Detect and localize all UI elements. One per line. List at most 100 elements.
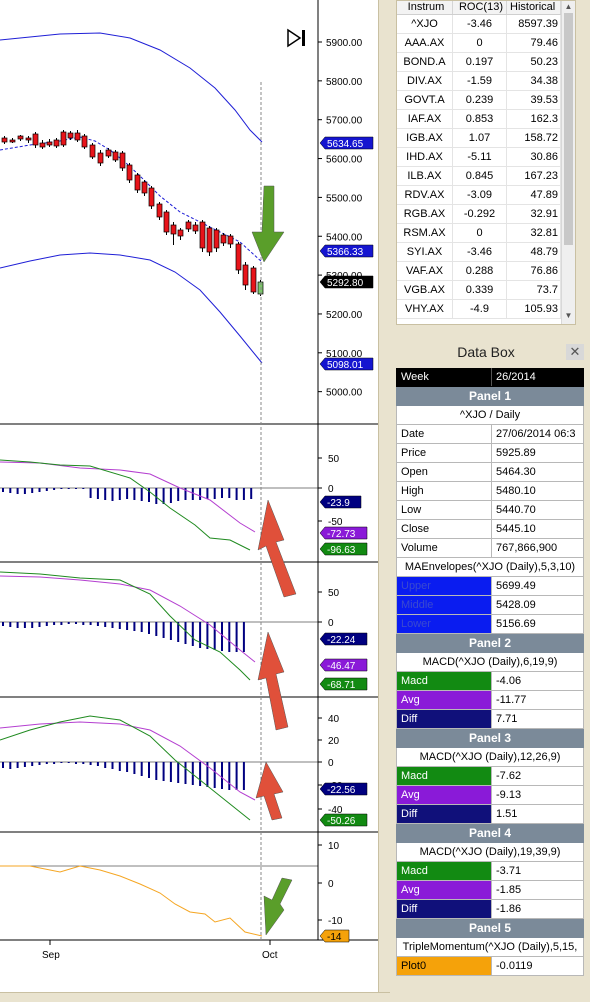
databox-row: Avg -9.13 <box>396 786 584 805</box>
diff-bar <box>111 762 114 769</box>
roc-cell: 0.339 <box>453 281 507 299</box>
p5-tick-label: 10 <box>328 841 340 852</box>
envelope-title: MAEnvelopes(^XJO (Daily),5,3,10) <box>396 558 584 577</box>
databox-key: Lower <box>397 615 492 633</box>
diff-bar <box>118 622 121 629</box>
candle-body <box>170 224 177 235</box>
diff-bar <box>126 622 129 630</box>
watchlist-scrollbar[interactable]: ▲ ▼ <box>561 1 575 324</box>
diff-bar <box>104 488 107 500</box>
watchlist-row[interactable]: RDV.AX -3.09 47.89 <box>397 186 575 205</box>
splitter[interactable] <box>378 0 390 1002</box>
candle-body <box>97 152 104 164</box>
watchlist-row[interactable]: VGB.AX 0.339 73.7 <box>397 281 575 300</box>
candle-body <box>177 229 184 237</box>
databox-row: Low 5440.70 <box>396 501 584 520</box>
watchlist[interactable]: Instrum ROC(13) Historical ^XJO -3.46 8597… <box>396 0 576 325</box>
watchlist-row[interactable]: IHD.AX -5.11 30.86 <box>397 148 575 167</box>
roc-cell: 1.07 <box>453 129 507 147</box>
historical-cell: 105.93 <box>507 300 561 318</box>
diff-bar <box>16 762 19 768</box>
watchlist-row[interactable]: IAF.AX 0.853 162.3 <box>397 110 575 129</box>
watchlist-row[interactable]: SYI.AX -3.46 48.79 <box>397 243 575 262</box>
diff-bar <box>96 488 99 499</box>
diff-bar <box>45 762 48 764</box>
diff-bar <box>16 488 19 494</box>
diff-bar <box>228 488 231 498</box>
diff-bar <box>9 762 12 769</box>
watchlist-row[interactable]: VHY.AX -4.9 105.93 <box>397 300 575 319</box>
roc-cell: 0.853 <box>453 110 507 128</box>
p5-plot-tag: -14 <box>327 932 342 943</box>
macd-tick-label: 0 <box>328 758 334 769</box>
candle-body <box>1 137 8 143</box>
scroll-thumb[interactable] <box>564 13 573 245</box>
watchlist-row[interactable]: IGB.AX 1.07 158.72 <box>397 129 575 148</box>
col-instrument[interactable]: Instrum <box>397 1 453 14</box>
historical-cell: 76.86 <box>507 262 561 280</box>
macd2-title: MACD(^XJO (Daily),6,19,9) <box>396 653 584 672</box>
watchlist-row[interactable]: DIV.AX -1.59 34.38 <box>397 72 575 91</box>
play-icon <box>287 28 302 48</box>
diff-bar <box>9 622 12 627</box>
instrument-cell: IHD.AX <box>397 148 453 166</box>
watchlist-row[interactable]: RSM.AX 0 32.81 <box>397 224 575 243</box>
diff-bar <box>199 622 202 648</box>
diff-bar <box>206 488 209 499</box>
close-icon[interactable]: ✕ <box>566 344 584 360</box>
col-roc[interactable]: ROC(13) <box>453 1 507 14</box>
diff-bar <box>133 622 136 631</box>
scroll-down-icon[interactable]: ▼ <box>562 311 575 320</box>
watchlist-row[interactable]: RGB.AX -0.292 32.91 <box>397 205 575 224</box>
watchlist-row[interactable]: BOND.A 0.197 50.23 <box>397 53 575 72</box>
watchlist-row[interactable]: GOVT.A 0.239 39.53 <box>397 91 575 110</box>
databox-row: Middle 5428.09 <box>396 596 584 615</box>
diff-bar <box>67 762 70 763</box>
diff-bar <box>177 762 180 783</box>
diff-bar <box>75 488 77 489</box>
p3-avg-tag: -46.47 <box>327 661 356 672</box>
time-tick-label: Oct <box>262 950 278 961</box>
candle-body <box>156 203 163 218</box>
roc-cell: -0.292 <box>453 205 507 223</box>
diff-bar <box>118 762 121 771</box>
candle-body <box>213 229 220 249</box>
historical-cell: 162.3 <box>507 110 561 128</box>
diff-bar <box>191 622 194 646</box>
watchlist-row[interactable]: ILB.AX 0.845 167.23 <box>397 167 575 186</box>
watchlist-row[interactable]: ^XJO -3.46 8597.39 <box>397 15 575 34</box>
watchlist-row[interactable]: AAA.AX 0 79.46 <box>397 34 575 53</box>
databox-row: Diff 7.71 <box>396 710 584 729</box>
diff-bar <box>96 622 99 626</box>
p2-macd-tag: -96.63 <box>327 545 356 556</box>
watchlist-row[interactable]: VAF.AX 0.288 76.86 <box>397 262 575 281</box>
databox-value: 767,866,900 <box>496 542 558 554</box>
diff-bar <box>96 762 99 766</box>
bottom-splitter[interactable] <box>0 992 390 1002</box>
p2-diff-tag: -23.9 <box>327 498 350 509</box>
diff-bar <box>148 488 150 502</box>
diff-bar <box>67 622 70 624</box>
diff-bar <box>169 622 172 640</box>
instrument-cell: VGB.AX <box>397 281 453 299</box>
diff-bar <box>199 762 202 786</box>
diff-bar <box>169 488 172 503</box>
scroll-up-icon[interactable]: ▲ <box>562 2 575 11</box>
candle-body <box>206 227 213 253</box>
price-chart[interactable]: 5900.00 5800.00 5700.00 5600.00 5500.00 5400.… <box>0 0 378 1002</box>
diff-bar <box>82 488 85 489</box>
historical-cell: 79.46 <box>507 34 561 52</box>
watchlist-header: Instrum ROC(13) Historical <box>397 1 575 15</box>
col-historical[interactable]: Historical <box>507 1 561 14</box>
chart-area[interactable]: 5900.00 5800.00 5700.00 5600.00 5500.00 5400.… <box>0 0 378 1002</box>
red-arrow-icon <box>257 631 289 731</box>
macd-tick-label: 0 <box>328 618 334 629</box>
databox-value: 5925.89 <box>496 447 536 459</box>
historical-cell: 167.23 <box>507 167 561 185</box>
instrument-cell: ^XJO <box>397 15 453 33</box>
lower-value-tag: 5098.01 <box>327 360 364 371</box>
databox-value: -0.0119 <box>496 960 533 972</box>
historical-cell: 48.79 <box>507 243 561 261</box>
red-arrow-icon <box>255 761 284 821</box>
diff-bar <box>242 622 245 652</box>
